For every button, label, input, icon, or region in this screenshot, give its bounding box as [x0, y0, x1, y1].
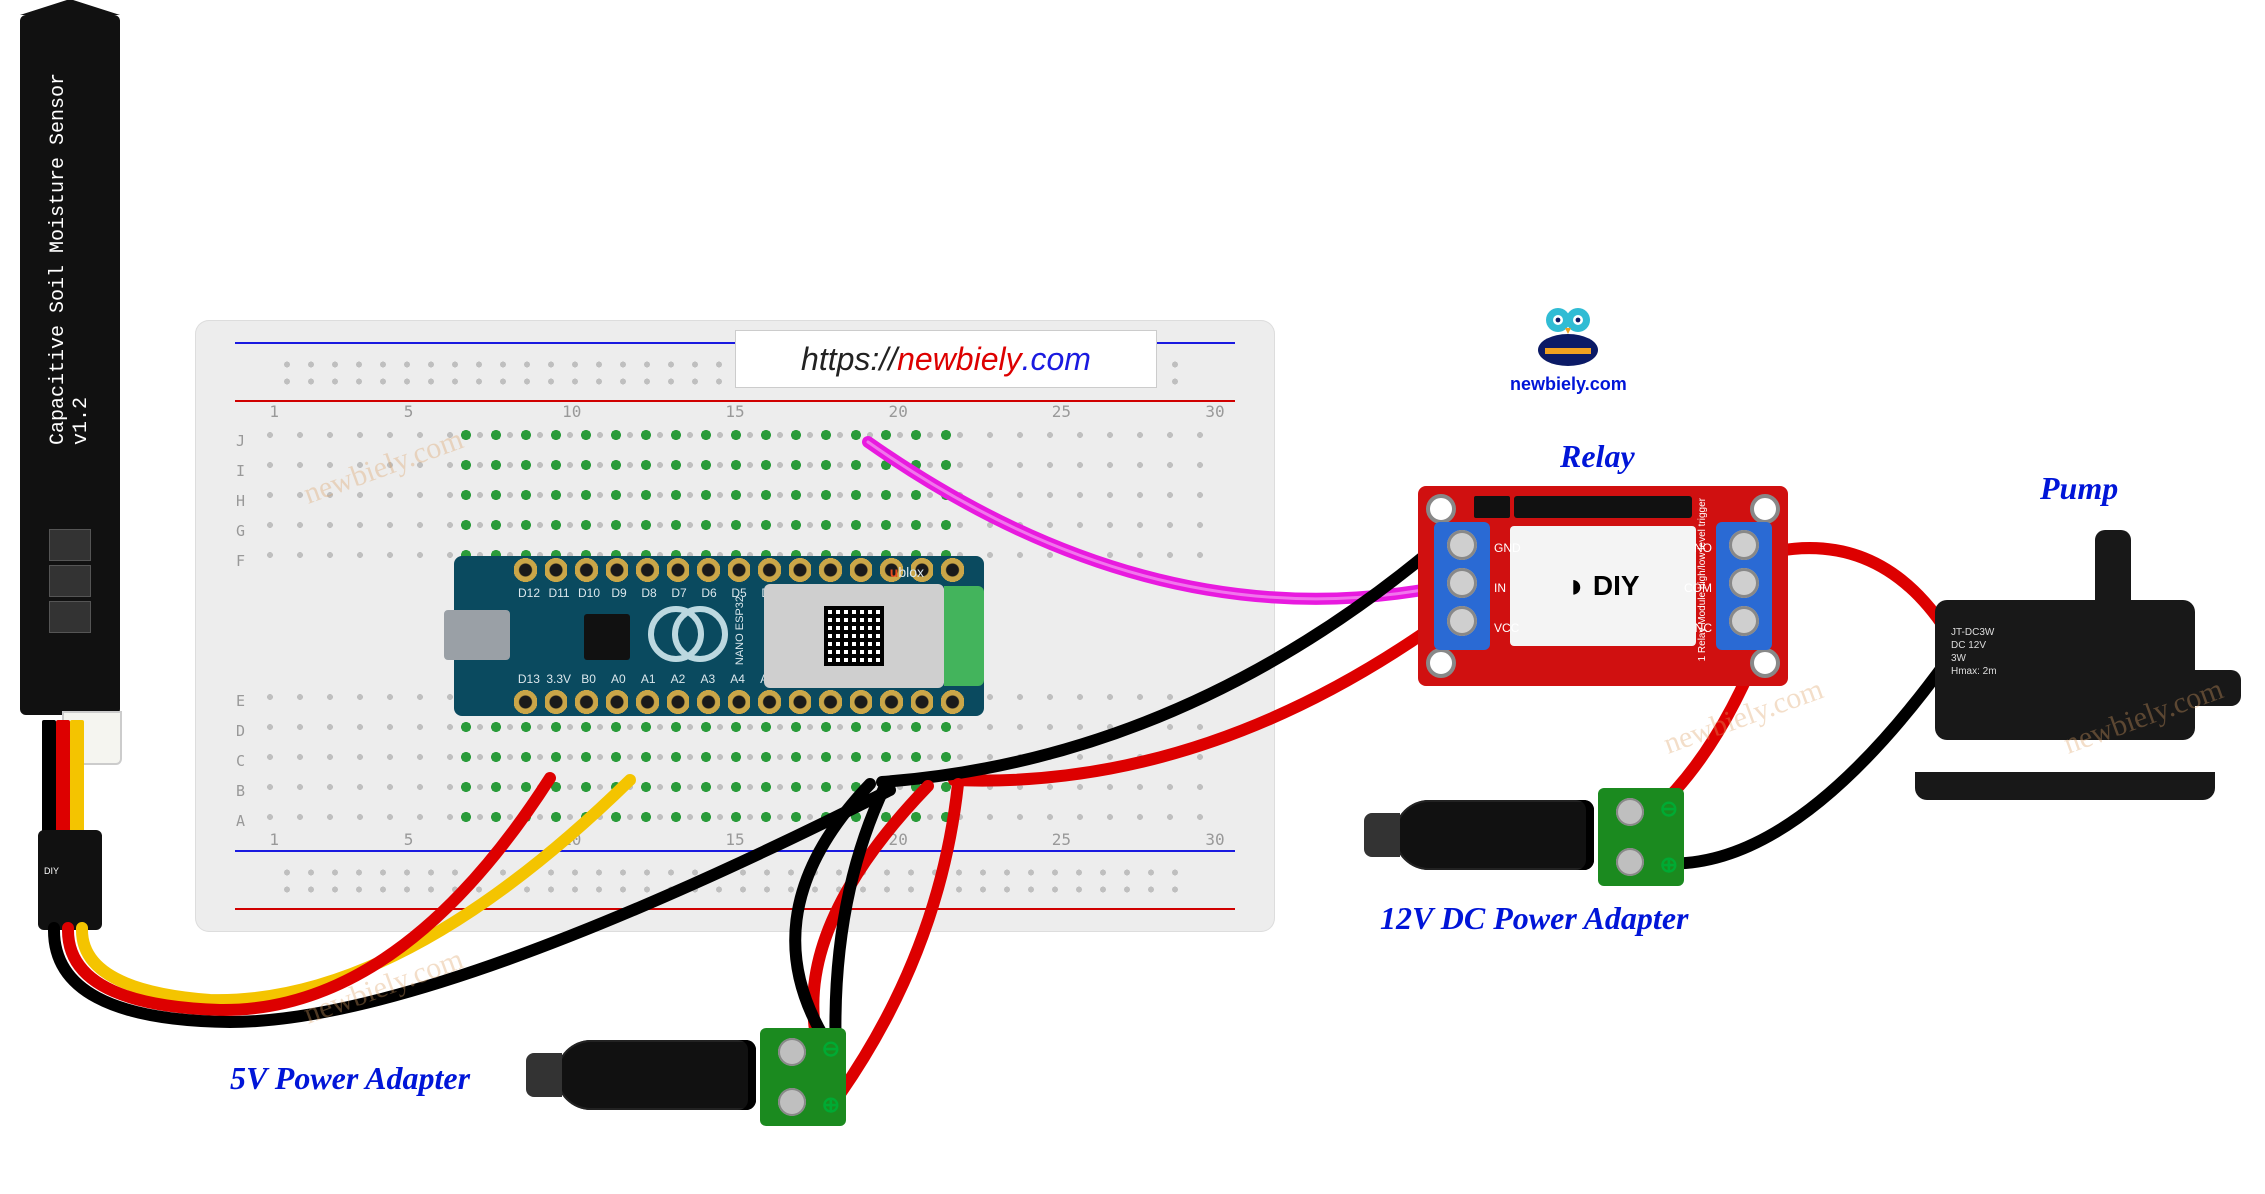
pin-header-bottom [514, 688, 964, 716]
arduino-nano-esp32: D12D11D10 D9D8D7 D6D5D4 D3D2GND RSTRX0TX… [454, 556, 984, 716]
relay-left-pin-labels: GNDINVCC [1494, 528, 1521, 648]
pump-outlet-top-icon [2095, 530, 2131, 610]
breadboard-col-numbers-bottom: 1 5 10 15 20 25 30 [255, 830, 1215, 850]
relay-terminal-left [1434, 522, 1490, 650]
relay-module: ◗DIY GNDINVCC NOCOMNC 1 Relay Module hig… [1418, 486, 1788, 686]
sensor-cable-plug-icon: DIY [38, 830, 102, 930]
row-letter: F [236, 552, 245, 570]
board-model: NANO ESP32 [734, 596, 746, 665]
label-relay: Relay [1560, 438, 1635, 475]
watermark: newbiely.com [299, 942, 468, 1031]
row-letter: J [236, 432, 245, 450]
arduino-logo-icon [672, 606, 728, 662]
newbiely-owl-logo: newbiely.com [1510, 300, 1627, 395]
barrel-jack-12v-icon [1394, 800, 1594, 870]
row-letter: D [236, 722, 245, 740]
usb-c-port-icon [444, 610, 510, 660]
row-letter: B [236, 782, 245, 800]
qr-code-icon [824, 606, 884, 666]
label-12v-adapter: 12V DC Power Adapter [1380, 900, 1688, 937]
label-pump: Pump [2040, 470, 2118, 507]
label-5v-adapter: 5V Power Adapter [230, 1060, 470, 1097]
moisture-sensor: Capacitive Soil Moisture Sensor v1.2 [20, 15, 120, 715]
screw-terminal-5v: ⊖ ⊕ [760, 1028, 846, 1126]
shield-vendor: ublox [890, 564, 924, 580]
barrel-jack-5v-icon [556, 1040, 756, 1110]
pump-base-icon [1915, 772, 2215, 800]
owl-icon [1531, 300, 1605, 370]
row-letter: G [236, 522, 245, 540]
relay-terminal-right [1716, 522, 1772, 650]
breadboard-power-rail-bottom [235, 850, 1235, 910]
mcu-chip-icon [584, 614, 630, 660]
sensor-pcb-icon [45, 525, 95, 705]
sensor-cable-icon [42, 720, 98, 840]
pump-spec-label: JT-DC3WDC 12V 3WHmax: 2m [1951, 626, 1997, 678]
row-letter: H [236, 492, 245, 510]
relay-body: ◗DIY [1510, 526, 1696, 646]
screw-terminal-12v: ⊖ ⊕ [1598, 788, 1684, 886]
row-letter: E [236, 692, 245, 710]
relay-module-text: 1 Relay Module high/low level trigger [1697, 498, 1708, 661]
moisture-sensor-label: Capacitive Soil Moisture Sensor v1.2 [30, 25, 110, 445]
wifi-module-shield-icon [764, 584, 944, 688]
website-link-box: https://newbiely.com [735, 330, 1157, 388]
row-letter: C [236, 752, 245, 770]
row-letter: I [236, 462, 245, 480]
optocoupler-icon [1474, 496, 1510, 518]
breadboard-col-numbers-top: 1 5 10 15 20 25 30 [255, 402, 1215, 422]
pcb-antenna-icon [944, 586, 984, 686]
relay-header-icon [1514, 496, 1692, 518]
row-letter: A [236, 812, 245, 830]
